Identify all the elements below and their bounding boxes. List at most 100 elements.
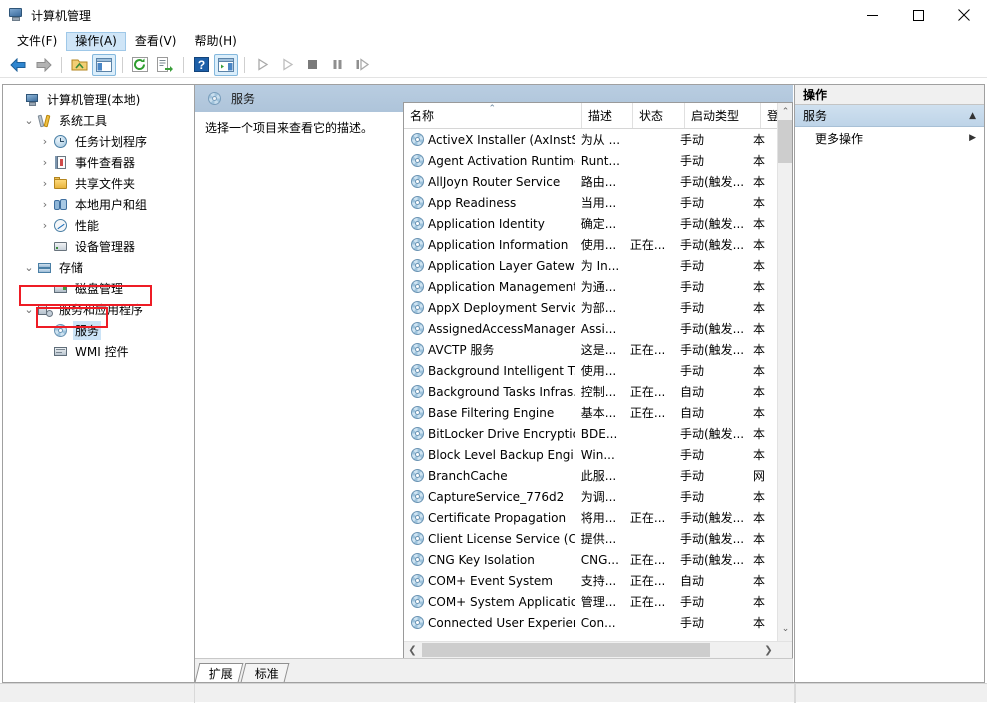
service-row[interactable]: AssignedAccessManager... Assi... 手动(触发... 本 xyxy=(404,318,777,339)
tree-node-services-and-applications[interactable]: ⌄ 服务和应用程序 xyxy=(3,299,194,320)
service-status: 正在... xyxy=(629,385,666,399)
column-header-status[interactable]: 状态 xyxy=(633,103,685,128)
service-name-label: Application Layer Gatewa... xyxy=(428,258,575,273)
help-icon[interactable]: ? xyxy=(189,54,213,76)
service-name: Application Identity xyxy=(404,216,575,231)
scroll-up-icon[interactable]: ⌃ xyxy=(778,103,792,120)
close-button[interactable] xyxy=(941,0,987,30)
tree-node-event-viewer[interactable]: › 事件查看器 xyxy=(3,152,194,173)
tree-node-local-users-groups[interactable]: › 本地用户和组 xyxy=(3,194,194,215)
toolbar-separator xyxy=(244,56,245,73)
refresh-icon[interactable] xyxy=(128,54,152,76)
stop-service-icon[interactable] xyxy=(300,54,324,76)
tab-extended[interactable]: 扩展 xyxy=(195,663,244,682)
action-more-actions[interactable]: 更多操作 ▶ xyxy=(795,127,984,149)
export-list-icon[interactable] xyxy=(153,54,177,76)
chevron-down-icon[interactable]: ⌄ xyxy=(21,260,37,276)
up-folder-icon[interactable] xyxy=(67,54,91,76)
service-row[interactable]: Connected User Experien... Con... 手动 本 xyxy=(404,612,777,633)
service-row[interactable]: Agent Activation Runtime... Runt... 手动 本 xyxy=(404,150,777,171)
services-list[interactable]: 名称 ⌃ 描述 状态 启动类型 登 ActiveX Installer (AxI… xyxy=(403,102,793,659)
service-row[interactable]: AppX Deployment Servic... 为部... 手动 本 xyxy=(404,297,777,318)
service-row[interactable]: BranchCache 此服... 手动 网 xyxy=(404,465,777,486)
chevron-right-icon[interactable]: › xyxy=(37,197,53,213)
tree-node-performance[interactable]: › 性能 xyxy=(3,215,194,236)
resume-service-icon[interactable] xyxy=(275,54,299,76)
tree-node-device-manager[interactable]: › 设备管理器 xyxy=(3,236,194,257)
tree-node-task-scheduler[interactable]: › 任务计划程序 xyxy=(3,131,194,152)
pause-service-icon[interactable] xyxy=(325,54,349,76)
tree-node-wmi-control[interactable]: › WMI 控件 xyxy=(3,341,194,362)
show-action-pane-icon[interactable] xyxy=(214,53,238,76)
service-name-label: COM+ Event System xyxy=(428,573,553,588)
scroll-left-icon[interactable]: ❮ xyxy=(404,642,421,658)
tree-node-system-tools[interactable]: ⌄ 系统工具 xyxy=(3,110,194,131)
actions-group-services[interactable]: 服务 ▲ xyxy=(795,105,984,127)
start-service-icon[interactable] xyxy=(250,54,274,76)
service-row[interactable]: Background Intelligent T... 使用... 手动 本 xyxy=(404,360,777,381)
services-horizontal-scrollbar[interactable]: ❮ ❯ xyxy=(404,641,792,658)
service-row[interactable]: COM+ Event System 支持... 正在... 自动 本 xyxy=(404,570,777,591)
service-row[interactable]: Application Identity 确定... 手动(触发... 本 xyxy=(404,213,777,234)
back-icon[interactable] xyxy=(6,54,30,76)
forward-icon[interactable] xyxy=(31,54,55,76)
service-row[interactable]: AVCTP 服务 这是... 正在... 手动(触发... 本 xyxy=(404,339,777,360)
maximize-button[interactable] xyxy=(895,0,941,30)
service-row[interactable]: COM+ System Application 管理... 正在... 手动 本 xyxy=(404,591,777,612)
minimize-button[interactable] xyxy=(849,0,895,30)
service-row[interactable]: App Readiness 当用... 手动 本 xyxy=(404,192,777,213)
toolbar-separator xyxy=(61,56,62,73)
show-console-tree-icon[interactable] xyxy=(92,53,116,76)
chevron-right-icon[interactable]: › xyxy=(37,176,53,192)
tree-node-storage[interactable]: ⌄ 存储 xyxy=(3,257,194,278)
services-list-body[interactable]: ActiveX Installer (AxInstSV)为从 ...手动本Age… xyxy=(404,129,777,637)
service-row[interactable]: Certificate Propagation 将用... 正在... 手动(触发..… xyxy=(404,507,777,528)
gear-icon xyxy=(410,552,425,567)
service-row[interactable]: ActiveX Installer (AxInstSV) 为从 ... 手动 本 xyxy=(404,129,777,150)
services-vertical-scrollbar[interactable]: ⌃ ⌄ xyxy=(777,103,792,658)
chevron-down-icon[interactable]: ⌄ xyxy=(21,302,37,318)
service-row[interactable]: Block Level Backup Engi... Win... 手动 本 xyxy=(404,444,777,465)
menu-file[interactable]: 文件(F) xyxy=(8,32,66,51)
scroll-right-icon[interactable]: ❯ xyxy=(760,642,777,658)
service-row[interactable]: Base Filtering Engine 基本... 正在... 自动 本 xyxy=(404,402,777,423)
description-pane: 选择一个项目来查看它的描述。 xyxy=(195,112,403,659)
console-tree-pane[interactable]: › 计算机管理(本地) ⌄ 系统工具 › 任务计划程序 › xyxy=(2,84,195,683)
service-row[interactable]: Application Management 为通... 手动 本 xyxy=(404,276,777,297)
chevron-right-icon[interactable]: › xyxy=(37,134,53,150)
chevron-right-icon[interactable]: › xyxy=(37,155,53,171)
tree-node-computer-management[interactable]: › 计算机管理(本地) xyxy=(3,89,194,110)
service-row[interactable]: Application Information 使用... 正在... 手动(触发..… xyxy=(404,234,777,255)
actions-pane-title: 操作 xyxy=(795,85,984,105)
service-row[interactable]: CaptureService_776d2 为调... 手动 本 xyxy=(404,486,777,507)
gear-icon xyxy=(207,91,223,107)
vertical-scroll-thumb[interactable] xyxy=(778,120,792,163)
restart-service-icon[interactable] xyxy=(350,54,374,76)
menu-action[interactable]: 操作(A) xyxy=(66,31,126,51)
service-row[interactable]: BitLocker Drive Encryptio... BDE... 手动(触发.… xyxy=(404,423,777,444)
tree-node-disk-management[interactable]: › 磁盘管理 xyxy=(3,278,194,299)
column-header-startup-type[interactable]: 启动类型 xyxy=(685,103,761,128)
horizontal-scroll-thumb[interactable] xyxy=(422,643,710,657)
service-row[interactable]: Application Layer Gatewa... 为 In... 手动 本 xyxy=(404,255,777,276)
column-header-label: 状态 xyxy=(639,109,664,123)
service-row[interactable]: Client License Service (Cli... 提供... 手动(触发… xyxy=(404,528,777,549)
tab-standard[interactable]: 标准 xyxy=(240,663,290,682)
service-logon-as: 网 xyxy=(753,469,766,483)
service-description: 提供... xyxy=(580,532,617,546)
chevron-down-icon[interactable]: ⌄ xyxy=(21,113,37,129)
column-header-name[interactable]: 名称 ⌃ xyxy=(404,103,582,128)
column-header-description[interactable]: 描述 xyxy=(582,103,633,128)
service-row[interactable]: Background Tasks Infras... 控制... 正在... 自动 本 xyxy=(404,381,777,402)
service-startup-type: 手动 xyxy=(679,259,704,273)
menu-help[interactable]: 帮助(H) xyxy=(185,32,245,51)
service-row[interactable]: AllJoyn Router Service 路由... 手动(触发... 本 xyxy=(404,171,777,192)
chevron-right-icon[interactable]: › xyxy=(37,218,53,234)
service-row[interactable]: CNG Key Isolation CNG... 正在... 手动(触发... 本 xyxy=(404,549,777,570)
tree-node-shared-folders[interactable]: › 共享文件夹 xyxy=(3,173,194,194)
collapse-up-icon[interactable]: ▲ xyxy=(969,111,976,121)
menu-view[interactable]: 查看(V) xyxy=(126,32,186,51)
tree-node-services[interactable]: › 服务 xyxy=(3,320,194,341)
service-description: 支持... xyxy=(580,574,617,588)
scroll-down-icon[interactable]: ⌄ xyxy=(778,620,792,637)
